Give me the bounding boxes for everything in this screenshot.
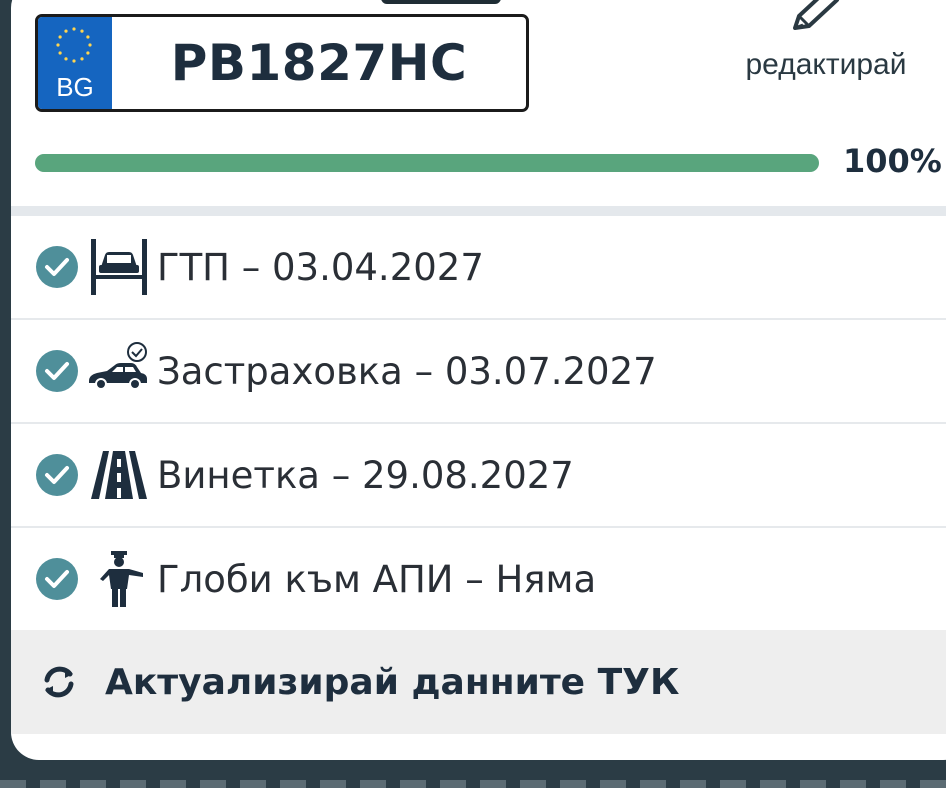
refresh-data-button[interactable]: Актуализирай данните ТУК (11, 630, 946, 734)
bottom-dashed-strip (0, 780, 946, 788)
vehicle-card: BG PB1827HC редактирай 100% ГТП – 03.04.… (11, 0, 946, 760)
status-text: ГТП – 03.04.2027 (157, 245, 484, 289)
progress-fill (35, 154, 819, 172)
section-divider (11, 206, 946, 216)
edit-label: редактирай (745, 48, 907, 81)
license-plate: BG PB1827HC (35, 14, 529, 112)
status-row-insurance[interactable]: Застраховка – 03.07.2027 (11, 320, 946, 424)
plate-number: PB1827HC (170, 34, 468, 92)
eu-stars-icon (56, 27, 92, 63)
road-icon (91, 451, 147, 499)
car-lift-icon (91, 239, 147, 295)
traffic-officer-icon (100, 551, 143, 607)
car-insurance-icon (89, 342, 147, 390)
progress-bar (35, 154, 819, 172)
eu-band: BG (38, 17, 112, 109)
refresh-icon (44, 666, 74, 698)
status-text: Застраховка – 03.07.2027 (157, 349, 657, 393)
check-circle-icon (36, 558, 78, 600)
progress-percent: 100% (843, 142, 942, 180)
plate-country-code: BG (56, 72, 94, 102)
status-text: Глоби към АПИ – Няма (157, 557, 597, 601)
check-circle-icon (36, 350, 78, 392)
status-row-vignette[interactable]: Винетка – 29.08.2027 (11, 424, 946, 528)
clipped-header-text (381, 0, 501, 4)
check-circle-icon (36, 246, 78, 288)
refresh-label: Актуализирай данните ТУК (105, 661, 680, 703)
status-row-fines[interactable]: Глоби към АПИ – Няма (11, 528, 946, 632)
edit-button[interactable]: редактирай (711, 0, 941, 90)
status-text: Винетка – 29.08.2027 (157, 453, 574, 497)
pencil-icon (793, 0, 839, 30)
status-row-gtp[interactable]: ГТП – 03.04.2027 (11, 216, 946, 320)
check-circle-icon (36, 454, 78, 496)
